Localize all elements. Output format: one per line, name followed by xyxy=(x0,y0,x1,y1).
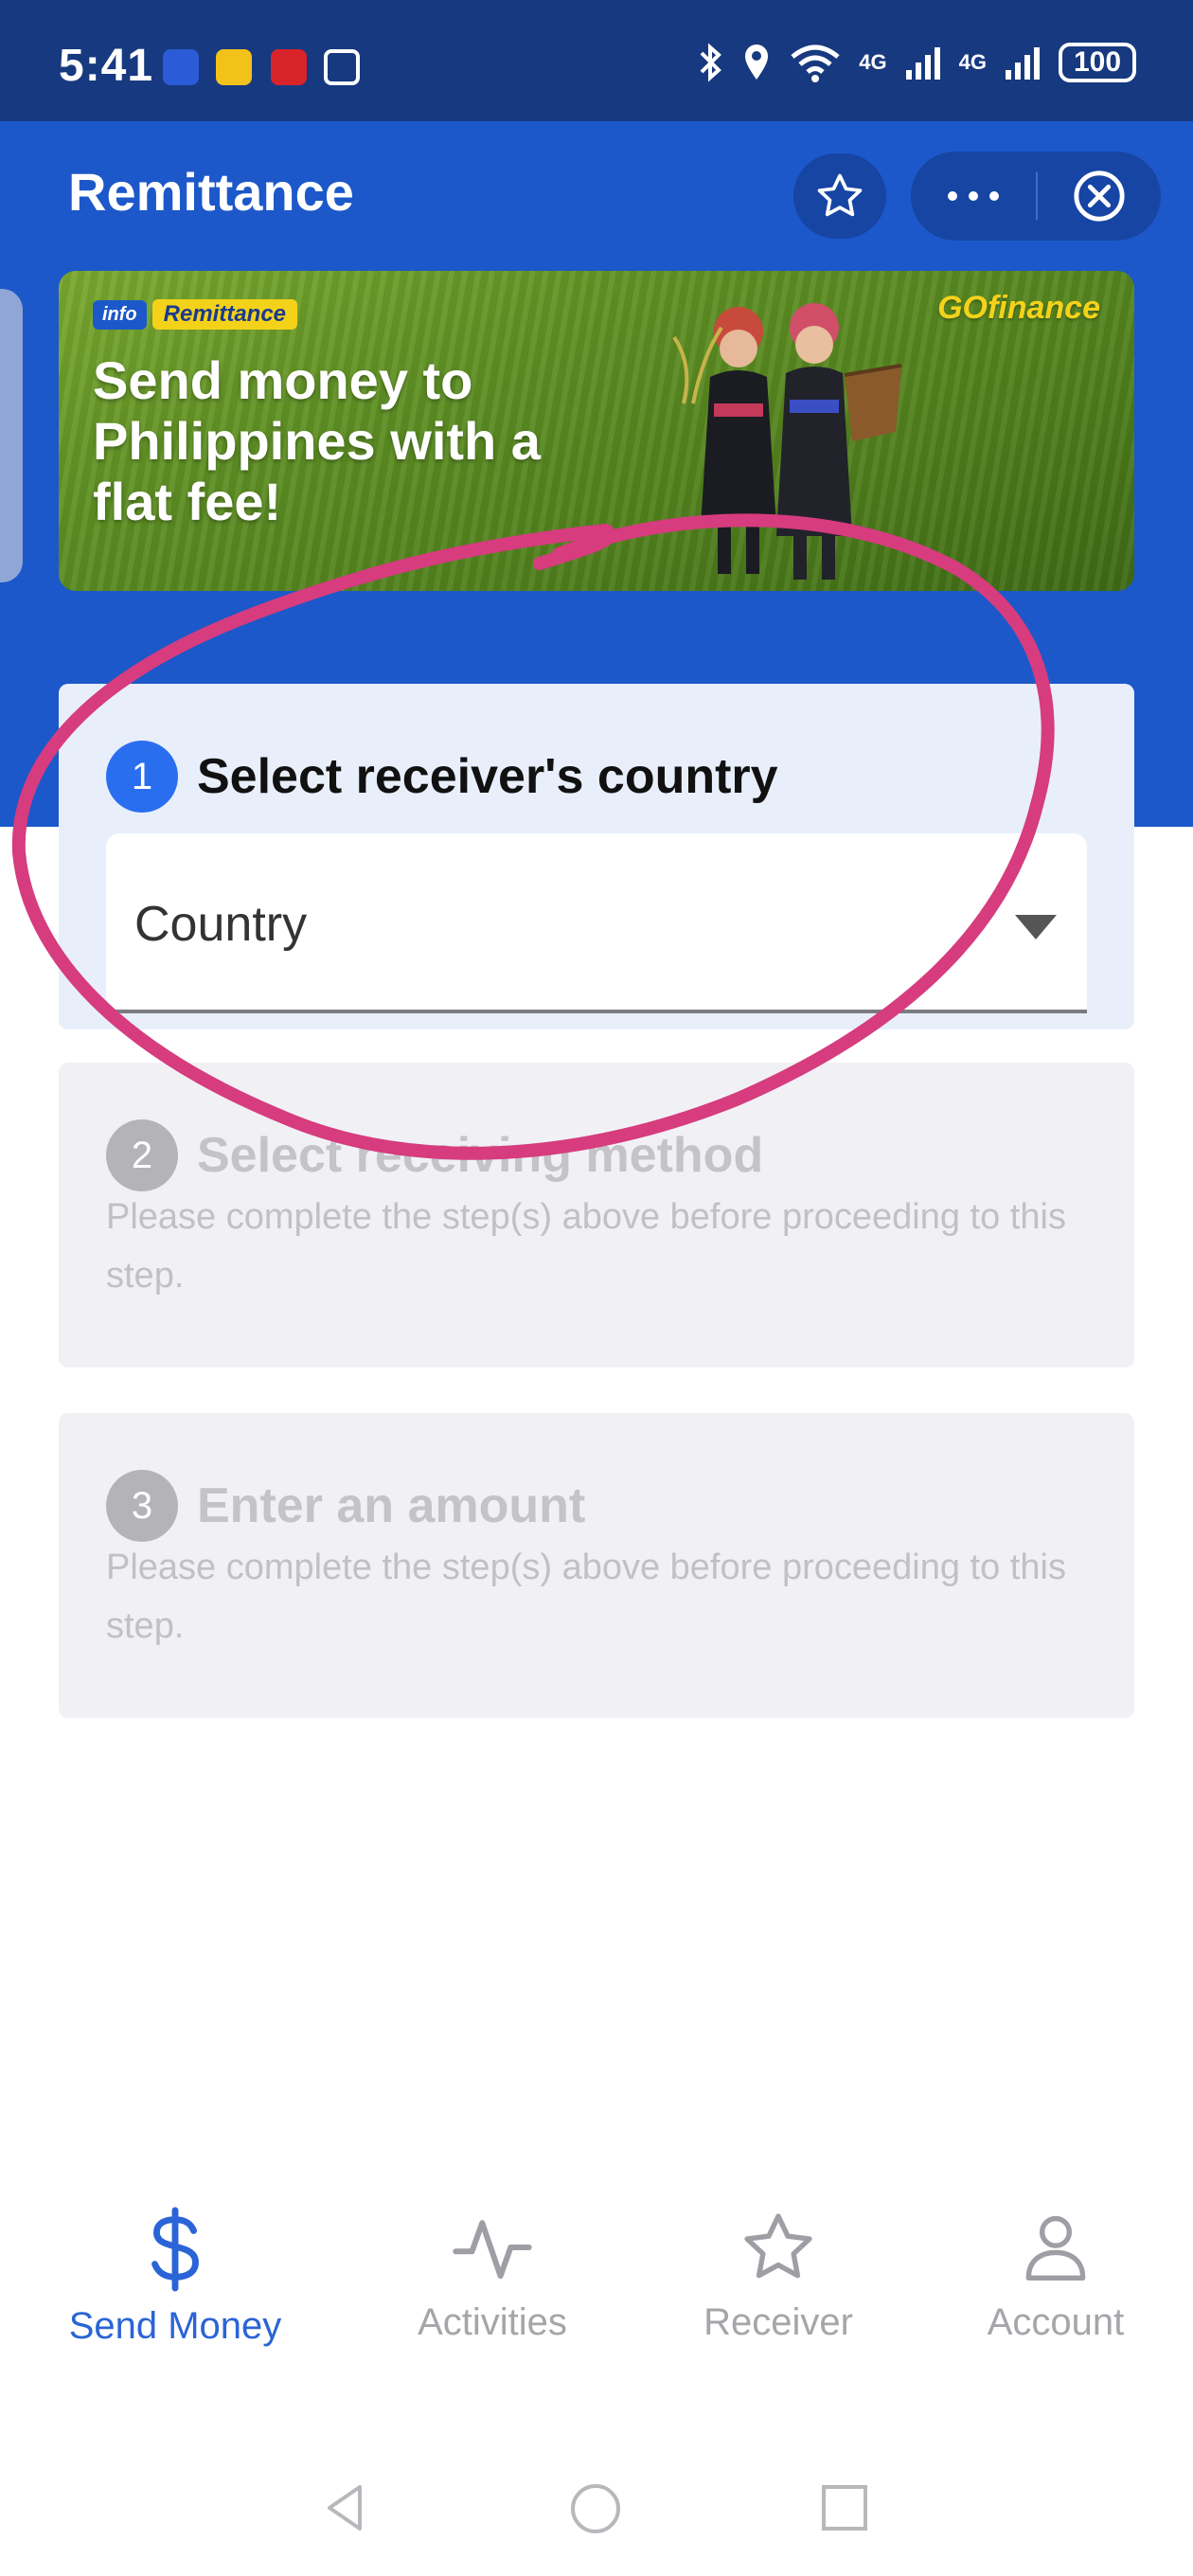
step-title: Select receiver's country xyxy=(197,749,778,804)
signal-icon xyxy=(1006,47,1040,80)
nav-label: Account xyxy=(987,2301,1125,2343)
banner-brand-logo: GOfinance xyxy=(937,290,1100,326)
step-title: Select receiving method xyxy=(197,1128,764,1183)
user-icon xyxy=(1025,2215,1086,2281)
step-description: Please complete the step(s) above before… xyxy=(106,1197,1066,1296)
nav-receiver[interactable]: Receiver xyxy=(669,2207,887,2344)
notification-app-icon xyxy=(216,49,252,85)
banner-headline: Send money to Philippines with a flat fe… xyxy=(93,350,541,531)
step-header: 1 Select receiver's country xyxy=(106,741,778,813)
banner-people-image xyxy=(672,303,902,580)
bluetooth-icon xyxy=(700,43,722,82)
nfc-icon xyxy=(324,49,360,85)
notification-app-icon xyxy=(271,49,307,85)
star-outline-icon xyxy=(817,173,863,217)
bottom-navigation: Send Money Activities Receiver Account xyxy=(0,2207,1193,2396)
promo-banner[interactable]: info Remittance Send money to Philippine… xyxy=(59,271,1134,591)
signal-icon xyxy=(905,47,940,80)
wifi-icon xyxy=(791,45,840,82)
country-select[interactable]: Country xyxy=(106,833,1087,1013)
nav-label: Activities xyxy=(418,2301,567,2343)
more-dots-icon xyxy=(948,191,999,201)
step-card-receiving-method: 2 Select receiving method Please complet… xyxy=(59,1063,1134,1368)
step-header: 2 Select receiving method xyxy=(106,1119,763,1191)
star-icon xyxy=(744,2213,812,2279)
status-time: 5:41 xyxy=(59,41,154,91)
carousel-previous-peek[interactable] xyxy=(0,289,23,582)
nav-label: Receiver xyxy=(703,2301,853,2343)
dropdown-caret-icon xyxy=(1015,915,1057,939)
step-number-badge: 2 xyxy=(106,1119,178,1191)
banner-tag: info Remittance xyxy=(93,299,298,330)
back-triangle-icon[interactable] xyxy=(322,2481,369,2534)
notification-app-icon xyxy=(163,49,199,85)
close-circle-icon xyxy=(1074,170,1125,222)
system-navigation-bar xyxy=(0,2453,1193,2576)
network-type-label: 4G xyxy=(859,50,887,74)
nav-account[interactable]: Account xyxy=(947,2207,1165,2344)
nav-activities[interactable]: Activities xyxy=(383,2207,601,2344)
recents-square-icon[interactable] xyxy=(820,2483,869,2532)
status-bar: 5:41 4G 4G 100 xyxy=(0,0,1193,121)
step-description: Please complete the step(s) above before… xyxy=(106,1547,1066,1646)
country-select-placeholder: Country xyxy=(134,897,308,952)
location-icon xyxy=(745,45,769,80)
favorite-button[interactable] xyxy=(793,153,886,239)
nav-label: Send Money xyxy=(68,2305,282,2347)
page-title: Remittance xyxy=(68,162,354,222)
nav-send-money[interactable]: Send Money xyxy=(66,2207,284,2348)
dollar-icon xyxy=(151,2207,199,2292)
activity-pulse-icon xyxy=(453,2220,532,2280)
network-type-label: 4G xyxy=(958,50,987,74)
banner-tag-info: info xyxy=(93,299,147,330)
step-card-country: 1 Select receiver's country Country xyxy=(59,684,1134,1029)
more-button[interactable] xyxy=(911,152,1036,241)
home-circle-icon[interactable] xyxy=(568,2481,623,2536)
close-button[interactable] xyxy=(1038,152,1161,241)
battery-indicator: 100 xyxy=(1059,43,1136,82)
mini-app-capsule xyxy=(911,152,1161,241)
step-number-badge: 3 xyxy=(106,1470,178,1542)
step-title: Enter an amount xyxy=(197,1478,586,1533)
step-number-badge: 1 xyxy=(106,741,178,813)
step-card-amount: 3 Enter an amount Please complete the st… xyxy=(59,1413,1134,1718)
banner-tag-remittance: Remittance xyxy=(151,299,298,330)
step-header: 3 Enter an amount xyxy=(106,1470,585,1542)
